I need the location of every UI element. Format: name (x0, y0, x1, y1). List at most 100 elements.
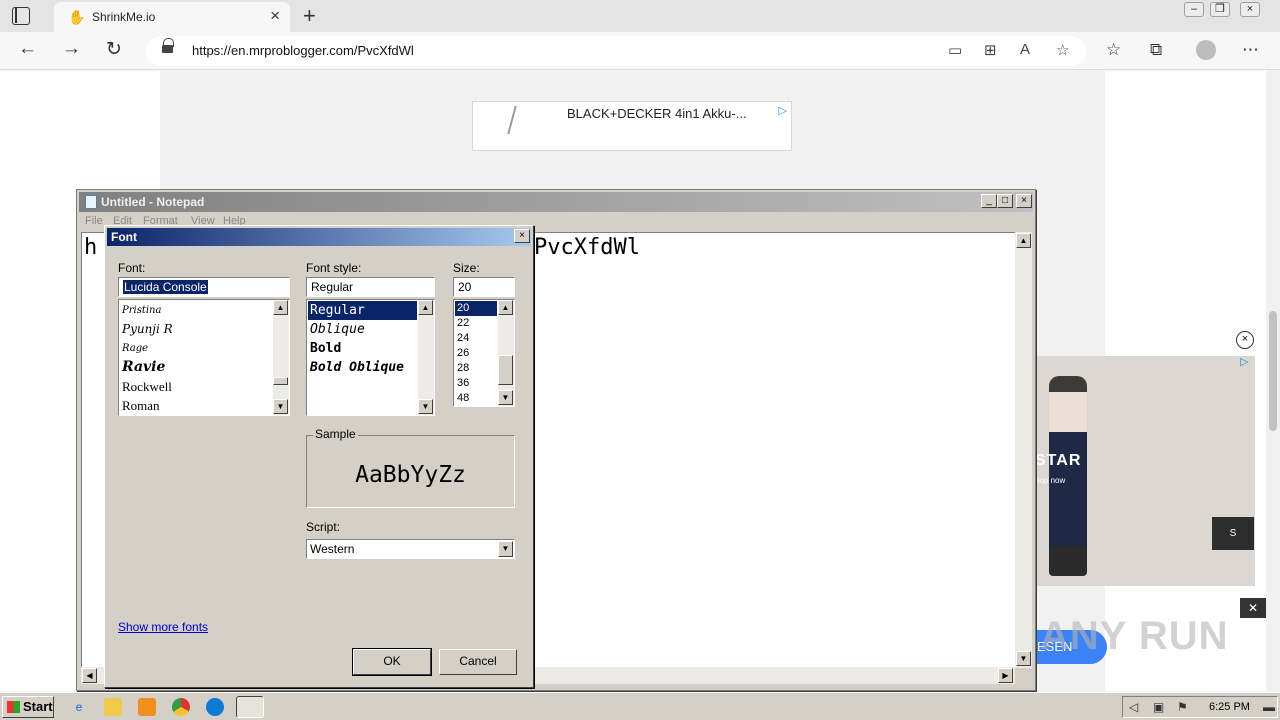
window-restore-button[interactable]: ❐ (1210, 2, 1230, 17)
page-scrollbar-thumb[interactable] (1269, 311, 1277, 431)
notepad-vertical-scrollbar[interactable]: ▲ ▼ (1015, 232, 1032, 668)
scroll-right-icon[interactable]: ▶ (998, 668, 1013, 683)
chevron-down-icon[interactable]: ▼ (498, 541, 513, 557)
font-size-list[interactable]: 20 22 24 26 28 36 48 ▲ ▼ (453, 299, 515, 407)
clock[interactable]: 6:25 PM (1209, 701, 1250, 713)
media-player-icon[interactable] (138, 698, 156, 716)
more-menu-icon[interactable]: ⋯ (1242, 40, 1259, 60)
scroll-down-icon[interactable]: ▼ (418, 399, 433, 414)
font-style-item-selected[interactable]: Regular (308, 301, 417, 320)
ok-button[interactable]: OK (352, 648, 432, 676)
ad-close-icon[interactable]: × (1236, 331, 1254, 349)
ad-cta-button[interactable]: S (1212, 517, 1254, 550)
ad-top-text[interactable]: BLACK+DECKER 4in1 Akku-... (567, 106, 747, 121)
notepad-titlebar[interactable]: Untitled - Notepad _ □ × (79, 192, 1033, 212)
font-style-scrollbar[interactable]: ▲ ▼ (418, 300, 434, 415)
font-size-item[interactable]: 36 (455, 376, 469, 391)
font-dialog-close-button[interactable]: × (514, 229, 530, 243)
font-style-item[interactable]: Bold (308, 339, 341, 358)
font-list-item[interactable]: Rage (120, 339, 148, 358)
collections-icon[interactable]: ⧉ (1150, 40, 1162, 60)
show-desktop-icon[interactable]: ▬ (1263, 700, 1275, 714)
url-text[interactable]: https://en.mrproblogger.com/PvcXfdWl (192, 43, 414, 58)
font-style-input[interactable]: Regular (306, 277, 435, 297)
font-size-item[interactable]: 26 (455, 346, 469, 361)
reload-icon[interactable]: ↻ (106, 38, 122, 61)
add-favorite-icon[interactable]: ☆ (1056, 41, 1069, 59)
lock-icon[interactable] (162, 38, 174, 55)
bottom-ad-close-icon[interactable]: ✕ (1240, 598, 1266, 618)
internet-explorer-icon[interactable]: e (70, 698, 88, 716)
adchoices-icon[interactable]: ▷ (1240, 355, 1248, 368)
notepad-taskbar-icon[interactable] (236, 696, 264, 718)
scroll-left-icon[interactable]: ◀ (82, 668, 97, 683)
volume-icon[interactable]: ◁ (1129, 700, 1138, 714)
font-style-list[interactable]: Regular Oblique Bold Bold Oblique ▲ ▼ (306, 299, 435, 416)
edge-icon[interactable] (206, 698, 224, 716)
notepad-minimize-button[interactable]: _ (981, 194, 997, 208)
scroll-down-icon[interactable]: ▼ (498, 390, 513, 405)
flag-icon[interactable]: ⚑ (1177, 700, 1188, 714)
scroll-down-icon[interactable]: ▼ (1016, 651, 1031, 666)
chrome-icon[interactable] (172, 698, 190, 716)
network-icon[interactable]: ▣ (1153, 700, 1164, 714)
font-list-item[interactable]: Pristina (120, 301, 161, 320)
font-size-item-selected[interactable]: 20 (455, 301, 497, 316)
font-list-scroll-thumb[interactable] (273, 377, 288, 385)
profile-avatar[interactable] (1196, 40, 1216, 60)
tab-shrinkme[interactable]: ✋ ShrinkMe.io × (54, 2, 290, 32)
menu-file[interactable]: File (85, 215, 103, 227)
notepad-close-button[interactable]: × (1016, 194, 1032, 208)
show-more-fonts-link[interactable]: Show more fonts (118, 620, 208, 634)
folder-icon[interactable] (104, 698, 122, 716)
window-minimize-button[interactable]: – (1184, 2, 1204, 17)
scroll-down-icon[interactable]: ▼ (273, 399, 288, 414)
font-list-scrollbar[interactable]: ▲ ▼ (273, 300, 289, 415)
script-label: Script: (306, 520, 341, 534)
font-list-item[interactable]: Pyunji R (120, 320, 173, 339)
forward-arrow-icon[interactable]: → (62, 38, 81, 60)
cancel-button[interactable]: Cancel (439, 649, 517, 675)
new-tab-icon[interactable]: + (303, 3, 316, 29)
system-tray: ◁ ▣ ⚑ 6:25 PM ▬ (1122, 696, 1278, 718)
font-size-input[interactable]: 20 (453, 277, 515, 297)
tab-actions-icon[interactable] (12, 7, 30, 25)
font-size-item[interactable]: 24 (455, 331, 469, 346)
read-aloud-icon[interactable]: A (1020, 41, 1030, 58)
scroll-up-icon[interactable]: ▲ (498, 300, 513, 315)
font-size-item[interactable]: 22 (455, 316, 469, 331)
device-icon[interactable]: ▭ (948, 41, 962, 59)
font-size-scrollbar[interactable]: ▲ ▼ (498, 300, 514, 406)
font-name-input[interactable]: Lucida Console (118, 277, 290, 297)
notepad-maximize-button[interactable]: □ (997, 194, 1013, 208)
font-name-value: Lucida Console (123, 280, 208, 294)
script-select[interactable]: Western ▼ (306, 539, 515, 559)
font-list-item[interactable]: Rockwell (120, 377, 172, 396)
scroll-up-icon[interactable]: ▲ (273, 300, 288, 315)
start-button[interactable]: Start (2, 696, 54, 718)
font-size-scroll-thumb[interactable] (498, 355, 513, 385)
font-list-item[interactable]: Roman (120, 396, 160, 415)
font-dialog-titlebar[interactable]: Font × (107, 228, 531, 246)
page-scrollbar[interactable] (1266, 71, 1280, 691)
window-close-button[interactable]: × (1240, 2, 1260, 17)
adchoices-icon[interactable]: ▷ (779, 104, 787, 117)
sample-label: Sample (313, 427, 358, 441)
favorites-icon[interactable]: ☆ (1106, 40, 1121, 60)
right-advertisement[interactable]: STAR hop now S (1035, 356, 1255, 586)
font-list-item[interactable]: Ravie (120, 358, 165, 377)
font-size-item[interactable]: 48 (455, 391, 469, 406)
top-advertisement[interactable]: BLACK+DECKER 4in1 Akku-... ▷ (472, 101, 792, 151)
font-name-list[interactable]: Pristina Pyunji R Rage Ravie Rockwell Ro… (118, 299, 290, 416)
scroll-up-icon[interactable]: ▲ (418, 300, 433, 315)
font-size-item[interactable]: 28 (455, 361, 469, 376)
ad-brand-text: STAR (1035, 452, 1082, 469)
font-style-item[interactable]: Oblique (308, 320, 365, 339)
notepad-text-start: h (84, 235, 98, 260)
back-arrow-icon[interactable]: ← (18, 38, 37, 60)
address-bar[interactable]: https://en.mrproblogger.com/PvcXfdWl ▭ ⊞… (146, 36, 1086, 66)
scroll-up-icon[interactable]: ▲ (1016, 233, 1031, 248)
apps-icon[interactable]: ⊞ (984, 41, 997, 59)
font-style-item[interactable]: Bold Oblique (308, 358, 404, 377)
tab-close-icon[interactable]: × (270, 6, 280, 26)
